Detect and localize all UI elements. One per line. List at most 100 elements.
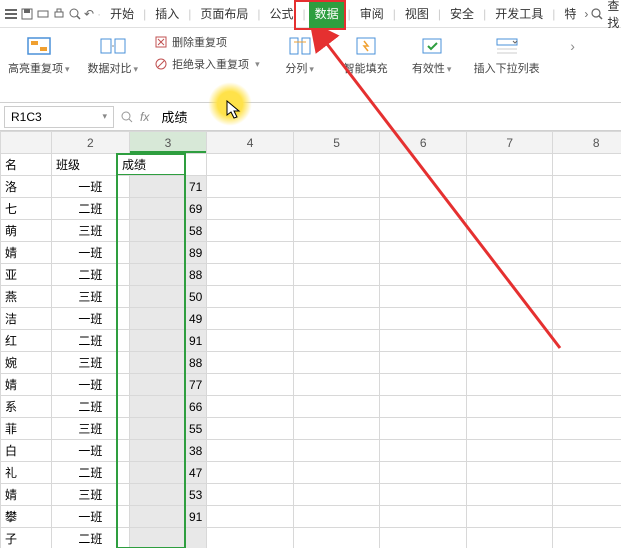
cell[interactable] bbox=[466, 484, 553, 506]
cell[interactable]: 婉 bbox=[1, 352, 52, 374]
cell[interactable] bbox=[293, 286, 380, 308]
cell[interactable] bbox=[207, 440, 294, 462]
cell[interactable] bbox=[553, 330, 621, 352]
tab-start[interactable]: 开始 bbox=[104, 0, 140, 28]
tab-view[interactable]: 视图 bbox=[399, 0, 435, 28]
cut-icon[interactable] bbox=[36, 4, 50, 24]
cell[interactable] bbox=[380, 528, 467, 548]
cell[interactable] bbox=[207, 374, 294, 396]
col-header-8[interactable]: 8 bbox=[553, 132, 621, 154]
col-header-5[interactable]: 5 bbox=[293, 132, 380, 154]
cell[interactable] bbox=[466, 462, 553, 484]
table-row[interactable]: 洛一班71 bbox=[1, 176, 621, 198]
cell[interactable]: 55 bbox=[129, 418, 207, 440]
cancel-icon[interactable] bbox=[120, 110, 134, 124]
cell[interactable]: 红 bbox=[1, 330, 52, 352]
cell[interactable] bbox=[380, 220, 467, 242]
cell[interactable] bbox=[207, 264, 294, 286]
cell[interactable] bbox=[553, 264, 621, 286]
cell[interactable] bbox=[553, 286, 621, 308]
col-header-4[interactable]: 4 bbox=[207, 132, 294, 154]
col-header-7[interactable]: 7 bbox=[466, 132, 553, 154]
cell[interactable] bbox=[466, 220, 553, 242]
cell[interactable] bbox=[553, 440, 621, 462]
tab-insert[interactable]: 插入 bbox=[149, 0, 185, 28]
cell[interactable]: 一班 bbox=[52, 176, 130, 198]
cell[interactable] bbox=[466, 330, 553, 352]
tab-overflow-icon[interactable]: › bbox=[584, 4, 588, 24]
cell[interactable]: 白 bbox=[1, 440, 52, 462]
cell[interactable] bbox=[466, 418, 553, 440]
cell[interactable]: 58 bbox=[129, 220, 207, 242]
cell[interactable] bbox=[207, 242, 294, 264]
cell[interactable] bbox=[553, 154, 621, 176]
cell[interactable] bbox=[207, 330, 294, 352]
cell[interactable]: 一班 bbox=[52, 440, 130, 462]
cell[interactable] bbox=[466, 352, 553, 374]
cell[interactable] bbox=[293, 264, 380, 286]
cell[interactable]: 洛 bbox=[1, 176, 52, 198]
cell[interactable]: 一班 bbox=[52, 242, 130, 264]
cell[interactable]: 88 bbox=[129, 352, 207, 374]
cell[interactable]: 89 bbox=[129, 242, 207, 264]
cell[interactable]: 一班 bbox=[52, 308, 130, 330]
table-row[interactable]: 礼二班47 bbox=[1, 462, 621, 484]
spreadsheet-grid[interactable]: 2 3 4 5 6 7 8 名班级洛一班71七二班69萌三班58婧一班89亚二班… bbox=[0, 131, 621, 548]
ribbon-insert-dropdown[interactable]: 插入下拉列表 bbox=[468, 32, 546, 102]
table-row[interactable]: 菲三班55 bbox=[1, 418, 621, 440]
cell[interactable] bbox=[293, 330, 380, 352]
name-box[interactable]: R1C3 ▾ bbox=[4, 106, 114, 128]
table-row[interactable]: 燕三班50 bbox=[1, 286, 621, 308]
cell[interactable] bbox=[553, 506, 621, 528]
table-row[interactable]: 攀一班91 bbox=[1, 506, 621, 528]
cell[interactable] bbox=[466, 154, 553, 176]
search-box[interactable]: 查找 bbox=[590, 0, 619, 31]
cell[interactable]: 53 bbox=[129, 484, 207, 506]
preview-icon[interactable] bbox=[68, 4, 82, 24]
cell[interactable] bbox=[466, 396, 553, 418]
cell[interactable] bbox=[207, 286, 294, 308]
cell[interactable]: 洁 bbox=[1, 308, 52, 330]
cell[interactable] bbox=[380, 352, 467, 374]
cell[interactable] bbox=[553, 484, 621, 506]
cell[interactable] bbox=[380, 176, 467, 198]
cell[interactable] bbox=[466, 198, 553, 220]
col-header-6[interactable]: 6 bbox=[380, 132, 467, 154]
cell[interactable]: 91 bbox=[129, 330, 207, 352]
cell[interactable] bbox=[466, 374, 553, 396]
cell[interactable] bbox=[207, 484, 294, 506]
cell[interactable]: 50 bbox=[129, 286, 207, 308]
cell[interactable] bbox=[293, 242, 380, 264]
cell[interactable] bbox=[293, 308, 380, 330]
cell[interactable] bbox=[293, 528, 380, 548]
table-row[interactable]: 婉三班88 bbox=[1, 352, 621, 374]
cell[interactable] bbox=[293, 176, 380, 198]
cell[interactable] bbox=[466, 176, 553, 198]
cell[interactable]: 91 bbox=[129, 506, 207, 528]
cell[interactable] bbox=[466, 264, 553, 286]
cell[interactable]: 88 bbox=[129, 264, 207, 286]
cell[interactable]: 三班 bbox=[52, 484, 130, 506]
cell[interactable]: 婧 bbox=[1, 374, 52, 396]
cell[interactable]: 66 bbox=[129, 396, 207, 418]
cell[interactable] bbox=[293, 506, 380, 528]
table-row[interactable]: 子二班 bbox=[1, 528, 621, 548]
cell[interactable] bbox=[380, 242, 467, 264]
cell[interactable]: 71 bbox=[129, 176, 207, 198]
cell[interactable] bbox=[466, 242, 553, 264]
formula-input[interactable] bbox=[155, 106, 617, 128]
col-header-3[interactable]: 3 bbox=[129, 132, 207, 154]
cell[interactable]: 二班 bbox=[52, 528, 130, 548]
cell[interactable] bbox=[293, 418, 380, 440]
cell[interactable] bbox=[380, 286, 467, 308]
ribbon-overflow[interactable]: › bbox=[552, 32, 594, 102]
cell[interactable] bbox=[380, 484, 467, 506]
tab-formula[interactable]: 公式 bbox=[263, 0, 299, 28]
cell[interactable]: 亚 bbox=[1, 264, 52, 286]
cell[interactable] bbox=[293, 462, 380, 484]
cell[interactable] bbox=[293, 198, 380, 220]
cell[interactable] bbox=[207, 506, 294, 528]
cell[interactable]: 三班 bbox=[52, 286, 130, 308]
ribbon-reject-duplicate-input[interactable]: 拒绝录入重复项▾ bbox=[154, 56, 260, 72]
cell[interactable]: 38 bbox=[129, 440, 207, 462]
